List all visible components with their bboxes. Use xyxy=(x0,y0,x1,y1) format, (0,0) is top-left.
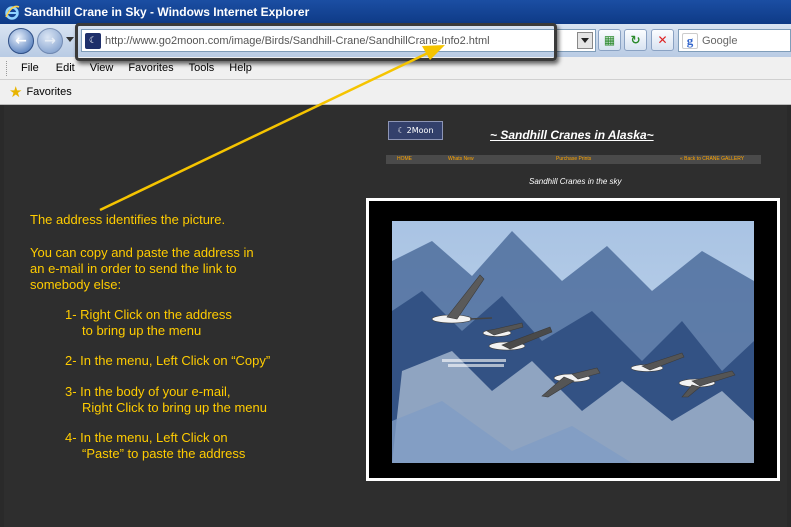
menu-bar: File Edit View Favorites Tools Help xyxy=(0,57,791,80)
step-3-line-2: Right Click to bring up the menu xyxy=(82,400,267,415)
forward-button[interactable]: → xyxy=(37,28,63,54)
step-3-line-1: 3- In the body of your e-mail, xyxy=(65,384,231,399)
stop-button[interactable]: ✕ xyxy=(651,29,674,51)
menu-grip xyxy=(6,60,9,76)
nav-link-home[interactable]: HOME xyxy=(397,156,412,162)
instruction-para-line-1: You can copy and paste the address in xyxy=(30,245,254,260)
site-nav-bar: HOME Whats New Purchase Prints « Back to… xyxy=(386,155,761,164)
photo-frame xyxy=(366,198,780,481)
step-1-line-2: to bring up the menu xyxy=(82,323,202,338)
instruction-para-line-3: somebody else: xyxy=(30,277,122,292)
address-dropdown-button[interactable] xyxy=(577,32,593,49)
menu-view[interactable]: View xyxy=(90,62,114,74)
browser-window: Sandhill Crane in Sky - Windows Internet… xyxy=(0,0,791,527)
navigation-bar: ← → ☾ http://www.go2moon.com/image/Birds… xyxy=(0,24,791,57)
step-2-line-1: 2- In the menu, Left Click on “Copy” xyxy=(65,353,271,368)
page-title: ~ Sandhill Cranes in Alaska~ xyxy=(490,128,654,142)
back-button[interactable]: ← xyxy=(8,28,34,54)
google-icon: g xyxy=(682,32,698,49)
ie-logo-icon xyxy=(5,5,20,20)
nav-link-purchase-prints[interactable]: Purchase Prints xyxy=(556,156,591,162)
nav-link-whats-new[interactable]: Whats New xyxy=(448,156,474,162)
search-placeholder: Google xyxy=(702,34,738,47)
crane-photo[interactable] xyxy=(392,221,754,463)
photo-caption: Sandhill Cranes in the sky xyxy=(529,177,622,186)
moon-icon: ☾ xyxy=(397,126,405,135)
menu-file[interactable]: File xyxy=(21,62,39,74)
star-icon[interactable]: ★ xyxy=(9,83,22,101)
refresh-button[interactable]: ↻ xyxy=(624,29,647,51)
nav-link-back-to-gallery[interactable]: « Back to CRANE GALLERY xyxy=(680,156,744,162)
site-logo-text: 2Moon xyxy=(406,126,434,135)
back-icon: ← xyxy=(15,33,27,49)
refresh-icon: ↻ xyxy=(630,33,641,47)
instruction-para-line-2: an e-mail in order to send the link to xyxy=(30,261,237,276)
menu-help[interactable]: Help xyxy=(229,62,252,74)
forward-icon: → xyxy=(44,33,56,49)
window-title: Sandhill Crane in Sky - Windows Internet… xyxy=(24,5,310,19)
favorites-button[interactable]: Favorites xyxy=(26,86,71,98)
history-dropdown-icon[interactable] xyxy=(66,37,74,42)
compatibility-view-button[interactable]: ▦ xyxy=(598,29,621,51)
stop-icon: ✕ xyxy=(657,33,668,47)
address-bar[interactable]: ☾ http://www.go2moon.com/image/Birds/San… xyxy=(81,29,596,52)
step-1-line-1: 1- Right Click on the address xyxy=(65,307,232,322)
site-logo[interactable]: ☾ 2Moon xyxy=(388,121,443,140)
site-favicon-icon: ☾ xyxy=(85,32,101,49)
crane-photo-image xyxy=(392,221,754,463)
address-url[interactable]: http://www.go2moon.com/image/Birds/Sandh… xyxy=(105,35,490,47)
instruction-intro: The address identifies the picture. xyxy=(30,212,226,227)
step-4-line-2: “Paste” to paste the address xyxy=(82,446,246,461)
compat-view-icon: ▦ xyxy=(603,33,616,47)
search-box[interactable]: g Google xyxy=(678,29,791,52)
step-4-line-1: 4- In the menu, Left Click on xyxy=(65,430,228,445)
menu-favorites[interactable]: Favorites xyxy=(128,62,173,74)
title-bar: Sandhill Crane in Sky - Windows Internet… xyxy=(0,0,791,24)
favorites-bar: ★ Favorites xyxy=(0,80,791,105)
menu-tools[interactable]: Tools xyxy=(189,62,215,74)
menu-edit[interactable]: Edit xyxy=(56,62,75,74)
